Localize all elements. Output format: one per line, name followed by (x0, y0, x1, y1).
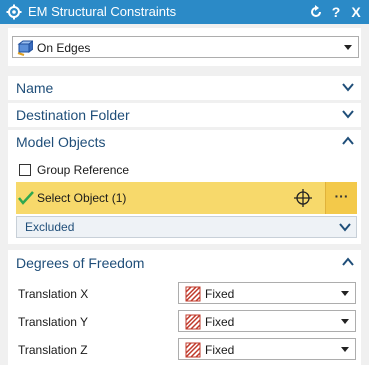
help-button[interactable]: ? (328, 3, 344, 21)
translation-y-label: Translation Y (18, 315, 89, 329)
section-degrees-of-freedom[interactable]: Degrees of Freedom (8, 251, 361, 275)
section-name[interactable]: Name (8, 76, 361, 100)
chevron-up-icon (342, 136, 354, 145)
excluded-subsection[interactable]: Excluded (16, 216, 357, 238)
translation-x-label: Translation X (18, 287, 89, 301)
chevron-down-icon (341, 291, 349, 296)
excluded-label: Excluded (25, 220, 75, 234)
section-model-objects[interactable]: Model Objects (8, 130, 361, 154)
translation-x-row: Translation X Fixed (8, 280, 361, 308)
translation-z-label: Translation Z (18, 343, 88, 357)
translation-x-select[interactable]: Fixed (178, 282, 356, 304)
chevron-down-icon (341, 319, 349, 324)
translation-x-value: Fixed (205, 287, 235, 301)
chevron-down-icon (342, 110, 354, 119)
select-object-row[interactable]: Select Object (1) ··· (16, 182, 357, 214)
group-reference-label: Group Reference (37, 163, 130, 177)
section-name-label: Name (16, 80, 54, 96)
chevron-up-icon (342, 257, 354, 266)
fixed-constraint-icon (185, 314, 201, 330)
reset-button[interactable] (308, 3, 324, 21)
group-reference-checkbox[interactable] (19, 164, 31, 176)
more-options-button[interactable]: ··· (325, 182, 357, 214)
translation-z-value: Fixed (205, 343, 235, 357)
close-button[interactable]: X (348, 3, 364, 21)
section-degrees-of-freedom-label: Degrees of Freedom (16, 255, 145, 271)
window-title: EM Structural Constraints (28, 4, 177, 19)
translation-y-select[interactable]: Fixed (178, 310, 356, 332)
chevron-down-icon (344, 45, 352, 50)
reset-icon (311, 5, 321, 17)
em-structural-constraints-dialog: { "window": { "title": "EM Structural Co… (0, 0, 369, 365)
fixed-constraint-icon (185, 286, 201, 302)
translation-z-select[interactable]: Fixed (178, 338, 356, 360)
translation-y-row: Translation Y Fixed (8, 308, 361, 336)
type-selector[interactable]: On Edges (12, 36, 359, 58)
type-selector-value: On Edges (37, 41, 91, 55)
chevron-down-icon (339, 223, 351, 232)
crosshair-icon[interactable] (294, 189, 312, 207)
select-object-label: Select Object (1) (37, 191, 127, 205)
chevron-down-icon (341, 347, 349, 352)
settings-gear-icon (6, 4, 22, 20)
section-destination-folder[interactable]: Destination Folder (8, 103, 361, 127)
section-destination-folder-label: Destination Folder (16, 107, 130, 123)
edge-constraint-icon (17, 40, 33, 56)
chevron-down-icon (342, 83, 354, 92)
fixed-constraint-icon (185, 342, 201, 358)
title-bar: EM Structural Constraints ? X (0, 0, 369, 24)
translation-z-row: Translation Z Fixed (8, 336, 361, 364)
section-model-objects-label: Model Objects (16, 134, 106, 150)
checkmark-icon (18, 191, 34, 205)
translation-y-value: Fixed (205, 315, 235, 329)
